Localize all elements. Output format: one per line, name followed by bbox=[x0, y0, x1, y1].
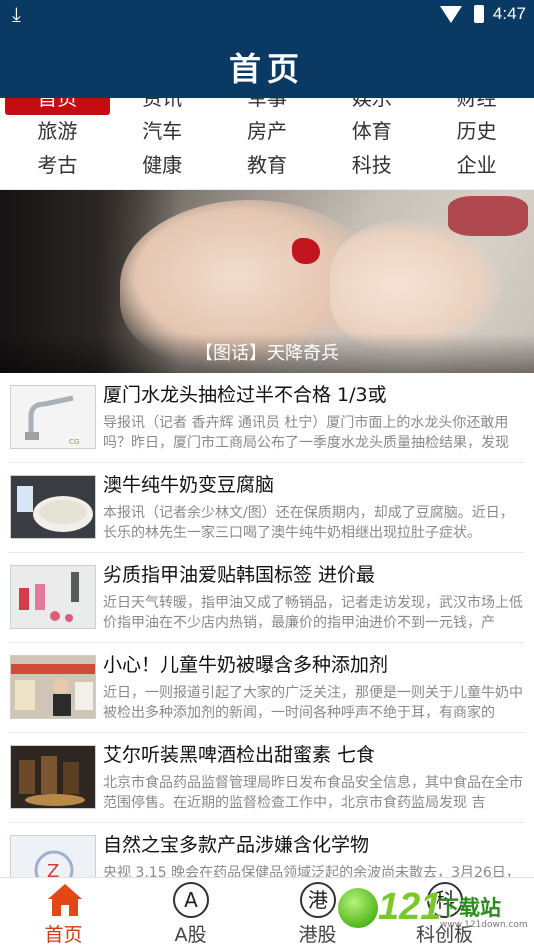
article-thumbnail bbox=[10, 565, 96, 629]
article-item[interactable]: Z 自然之宝多款产品涉嫌含化学物 央视 3.15 晚会在药品保健品领域泛起的余波… bbox=[8, 823, 524, 877]
battery-icon bbox=[474, 5, 484, 23]
category-news[interactable]: 资讯 bbox=[110, 98, 215, 115]
category-finance[interactable]: 财经 bbox=[424, 98, 529, 115]
title-bar: 首页 bbox=[0, 30, 534, 98]
brand-logo-image: Z bbox=[11, 836, 95, 877]
banner-photo-hand bbox=[330, 220, 500, 350]
hk-stock-icon: 港 bbox=[300, 882, 336, 918]
article-item[interactable]: 劣质指甲油爱贴韩国标签 进价最 近日天气转暖，指甲油又成了畅销品，记者走访发现，… bbox=[8, 553, 524, 643]
category-archaeology[interactable]: 考古 bbox=[5, 148, 110, 182]
article-thumbnail bbox=[10, 655, 96, 719]
article-title: 自然之宝多款产品涉嫌含化学物 bbox=[103, 834, 370, 856]
site-watermark: 121 下载站 www.121down.com bbox=[334, 880, 534, 946]
tab-label: A股 bbox=[174, 924, 207, 946]
article-summary: 本报讯（记者余少林文/图）还在保质期内，却成了豆腐脑。近日，长乐的林先生一家三口… bbox=[103, 505, 514, 541]
article-title: 小心！儿童牛奶被曝含多种添加剂 bbox=[103, 654, 389, 676]
article-title: 厦门水龙头抽检过半不合格 1/3或 bbox=[103, 384, 387, 406]
page-title: 首页 bbox=[228, 50, 305, 88]
watermark-number: 121 bbox=[378, 886, 442, 928]
article-summary: 央视 3.15 晚会在药品保健品领域泛起的余波尚未散去，3月26日， bbox=[103, 865, 520, 877]
category-entertainment[interactable]: 娱乐 bbox=[319, 98, 424, 115]
watermark-text: 下载站 bbox=[438, 896, 501, 920]
category-row: 旅游 汽车 房产 体育 历史 bbox=[5, 114, 529, 148]
category-row: 首页 资讯 军事 娱乐 财经 bbox=[5, 98, 529, 115]
article-list: CG 厦门水龙头抽检过半不合格 1/3或 导报讯（记者 香卉辉 通讯员 杜宁）厦… bbox=[0, 373, 534, 877]
article-summary: 近日天气转暖，指甲油又成了畅销品，记者走访发现，武汉市场上低价指甲油在不少店内热… bbox=[103, 595, 523, 631]
status-bar: ⤓ 4:47 bbox=[0, 0, 534, 30]
status-time: 4:47 bbox=[492, 4, 526, 23]
article-thumbnail bbox=[10, 475, 96, 539]
article-title: 艾尔听装黑啤酒检出甜蜜素 七食 bbox=[103, 744, 376, 766]
beer-image bbox=[11, 746, 95, 808]
tab-a-share[interactable]: A A股 bbox=[127, 878, 254, 949]
article-thumbnail bbox=[10, 745, 96, 809]
category-education[interactable]: 教育 bbox=[215, 148, 320, 182]
svg-text:CG: CG bbox=[69, 438, 79, 446]
category-enterprise[interactable]: 企业 bbox=[424, 148, 529, 182]
category-home[interactable]: 首页 bbox=[5, 98, 110, 115]
category-tech[interactable]: 科技 bbox=[319, 148, 424, 182]
category-history[interactable]: 历史 bbox=[424, 114, 529, 148]
a-share-icon: A bbox=[173, 882, 209, 918]
home-icon bbox=[48, 884, 82, 916]
svg-text:Z: Z bbox=[47, 861, 59, 877]
store-shelves-image bbox=[11, 656, 95, 718]
watermark-ball-icon bbox=[338, 888, 378, 928]
wifi-icon bbox=[440, 6, 462, 23]
article-title: 澳牛纯牛奶变豆腐脑 bbox=[103, 474, 275, 496]
download-icon: ⤓ bbox=[12, 2, 21, 26]
category-health[interactable]: 健康 bbox=[110, 148, 215, 182]
tab-label: 首页 bbox=[44, 924, 83, 946]
category-travel[interactable]: 旅游 bbox=[5, 114, 110, 148]
article-item[interactable]: 澳牛纯牛奶变豆腐脑 本报讯（记者余少林文/图）还在保质期内，却成了豆腐脑。近日，… bbox=[8, 463, 524, 553]
article-thumbnail: CG bbox=[10, 385, 96, 449]
banner-photo-red-accent bbox=[292, 238, 320, 264]
faucet-image: CG bbox=[11, 386, 95, 448]
article-title: 劣质指甲油爱贴韩国标签 进价最 bbox=[103, 564, 376, 586]
article-item[interactable]: CG 厦门水龙头抽检过半不合格 1/3或 导报讯（记者 香卉辉 通讯员 杜宁）厦… bbox=[8, 373, 524, 463]
banner-caption: 【图话】天降奇兵 bbox=[195, 343, 339, 364]
article-summary: 近日，一则报道引起了大家的广泛关注，那便是一则关于儿童牛奶中被检出多种添加剂的新… bbox=[103, 685, 523, 721]
category-auto[interactable]: 汽车 bbox=[110, 114, 215, 148]
watermark-url: www.121down.com bbox=[440, 920, 528, 930]
tab-home[interactable]: 首页 bbox=[0, 878, 127, 949]
category-military[interactable]: 军事 bbox=[215, 98, 320, 115]
nail-polish-image bbox=[11, 566, 95, 628]
category-row: 考古 健康 教育 科技 企业 bbox=[5, 148, 529, 182]
category-realestate[interactable]: 房产 bbox=[215, 114, 320, 148]
banner-image[interactable]: 【图话】天降奇兵 bbox=[0, 190, 534, 373]
category-sports[interactable]: 体育 bbox=[319, 114, 424, 148]
article-item[interactable]: 艾尔听装黑啤酒检出甜蜜素 七食 北京市食品药品监督管理局昨日发布食品安全信息，其… bbox=[8, 733, 524, 823]
article-summary: 导报讯（记者 香卉辉 通讯员 杜宁）厦门市面上的水龙头你还敢用吗？昨日，厦门市工… bbox=[103, 415, 509, 451]
article-thumbnail: Z bbox=[10, 835, 96, 877]
article-item[interactable]: 小心！儿童牛奶被曝含多种添加剂 近日，一则报道引起了大家的广泛关注，那便是一则关… bbox=[8, 643, 524, 733]
article-summary: 北京市食品药品监督管理局昨日发布食品安全信息，其中食品在全市范围停售。在近期的监… bbox=[103, 775, 523, 811]
banner-photo-red-accent bbox=[448, 196, 528, 236]
milk-bowl-image bbox=[11, 476, 95, 538]
category-grid: 首页 资讯 军事 娱乐 财经 旅游 汽车 房产 体育 历史 考古 健康 教育 科… bbox=[0, 98, 534, 190]
